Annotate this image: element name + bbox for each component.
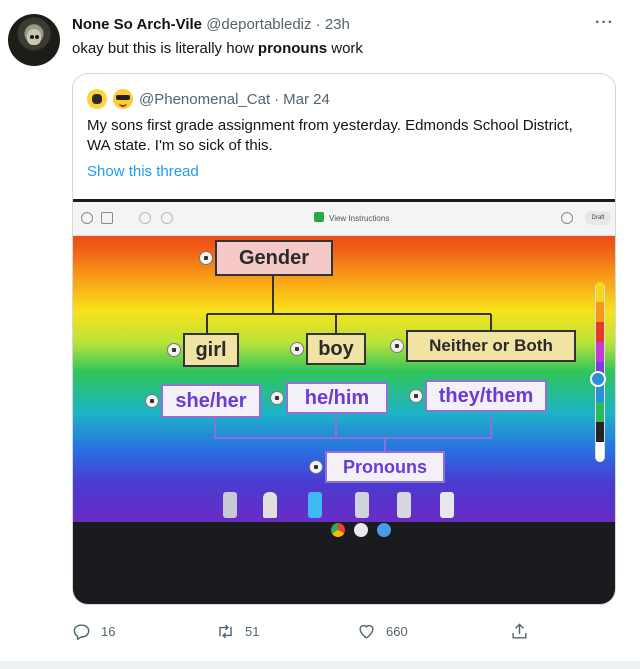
- laptop-screen: View Instructions Draft Gender girl boy …: [73, 202, 615, 522]
- author-avatar[interactable]: [8, 14, 60, 66]
- quoted-date[interactable]: Mar 24: [283, 91, 330, 108]
- spray-tool-icon: [397, 492, 411, 518]
- quoted-tweet[interactable]: @Phenomenal_Cat · Mar 24 My sons first g…: [72, 73, 616, 605]
- swatch-green: [596, 402, 604, 422]
- pencil-tool-icon: [263, 492, 277, 518]
- speaker-icon: [270, 391, 284, 405]
- tweet-text-bold: pronouns: [257, 40, 328, 57]
- speaker-icon: [390, 339, 404, 353]
- share-button[interactable]: [510, 620, 539, 642]
- swatch-magenta: [596, 342, 604, 362]
- reply-count: 16: [101, 623, 116, 639]
- reply-button[interactable]: 16: [72, 620, 115, 642]
- chrome-icon: [331, 523, 345, 537]
- neither-or-both-box: Neither or Both: [406, 330, 576, 362]
- marker-tool-icon: [308, 492, 322, 518]
- retweet-icon: [219, 624, 232, 638]
- eraser-tool-icon: [440, 492, 454, 518]
- sunglasses-emoji-icon: [113, 89, 133, 109]
- tweet-time[interactable]: 23h: [325, 16, 350, 33]
- quoted-photo[interactable]: View Instructions Draft Gender girl boy …: [73, 199, 615, 604]
- tweet[interactable]: None So Arch-Vile @deportablediz · 23h ·…: [0, 0, 640, 669]
- reply-icon: [73, 623, 90, 641]
- tweet-text-start: okay but this is literally how: [72, 40, 258, 57]
- like-button[interactable]: 660: [357, 620, 408, 642]
- swatch-red: [596, 322, 604, 342]
- color-picker-dot: [590, 371, 606, 387]
- author-handle[interactable]: @deportablediz: [206, 16, 311, 33]
- quoted-handle[interactable]: @Phenomenal_Cat: [139, 91, 270, 108]
- app-icon: [354, 523, 368, 537]
- heart-icon: [359, 624, 374, 639]
- quoted-separator: ·: [274, 90, 280, 108]
- retweet-button[interactable]: 51: [216, 620, 259, 642]
- more-options-icon[interactable]: ···: [595, 14, 614, 32]
- tweet-text-end: work: [327, 40, 363, 57]
- speaker-icon: [290, 342, 304, 356]
- swatch-orange: [596, 302, 604, 322]
- boy-box: boy: [306, 333, 366, 365]
- speaker-icon: [409, 389, 423, 403]
- they-them-box: they/them: [425, 380, 547, 412]
- he-him-box: he/him: [286, 382, 388, 414]
- tweet-header: None So Arch-Vile @deportablediz · 23h: [72, 16, 350, 33]
- messages-icon: [377, 523, 391, 537]
- share-icon: [512, 622, 527, 639]
- tweet-text: okay but this is literally how pronouns …: [72, 40, 363, 57]
- swatch-white: [596, 442, 604, 462]
- quoted-avatar[interactable]: [87, 89, 107, 109]
- divider: [0, 661, 640, 669]
- show-thread-link[interactable]: Show this thread: [87, 163, 199, 180]
- pronouns-box: Pronouns: [325, 451, 445, 483]
- speaker-icon: [199, 251, 213, 265]
- highlighter-tool-icon: [355, 492, 369, 518]
- quoted-header: @Phenomenal_Cat · Mar 24: [87, 88, 330, 110]
- speaker-icon: [167, 343, 181, 357]
- retweet-count: 51: [245, 623, 260, 639]
- avatar-eye-right: [35, 35, 39, 39]
- swatch-yellow: [596, 282, 604, 302]
- gender-box: Gender: [215, 240, 333, 276]
- tweet-actions: 16 51 660: [72, 620, 542, 644]
- girl-box: girl: [183, 333, 239, 367]
- speaker-icon: [145, 394, 159, 408]
- swatch-black: [596, 422, 604, 442]
- author-name[interactable]: None So Arch-Vile: [72, 16, 202, 33]
- hand-tool-icon: [223, 492, 237, 518]
- header-separator: ·: [315, 16, 321, 33]
- avatar-eye-left: [30, 35, 34, 39]
- speaker-icon: [309, 460, 323, 474]
- like-count: 660: [386, 623, 408, 639]
- quoted-text: My sons first grade assignment from yest…: [87, 117, 573, 154]
- she-her-box: she/her: [161, 384, 261, 418]
